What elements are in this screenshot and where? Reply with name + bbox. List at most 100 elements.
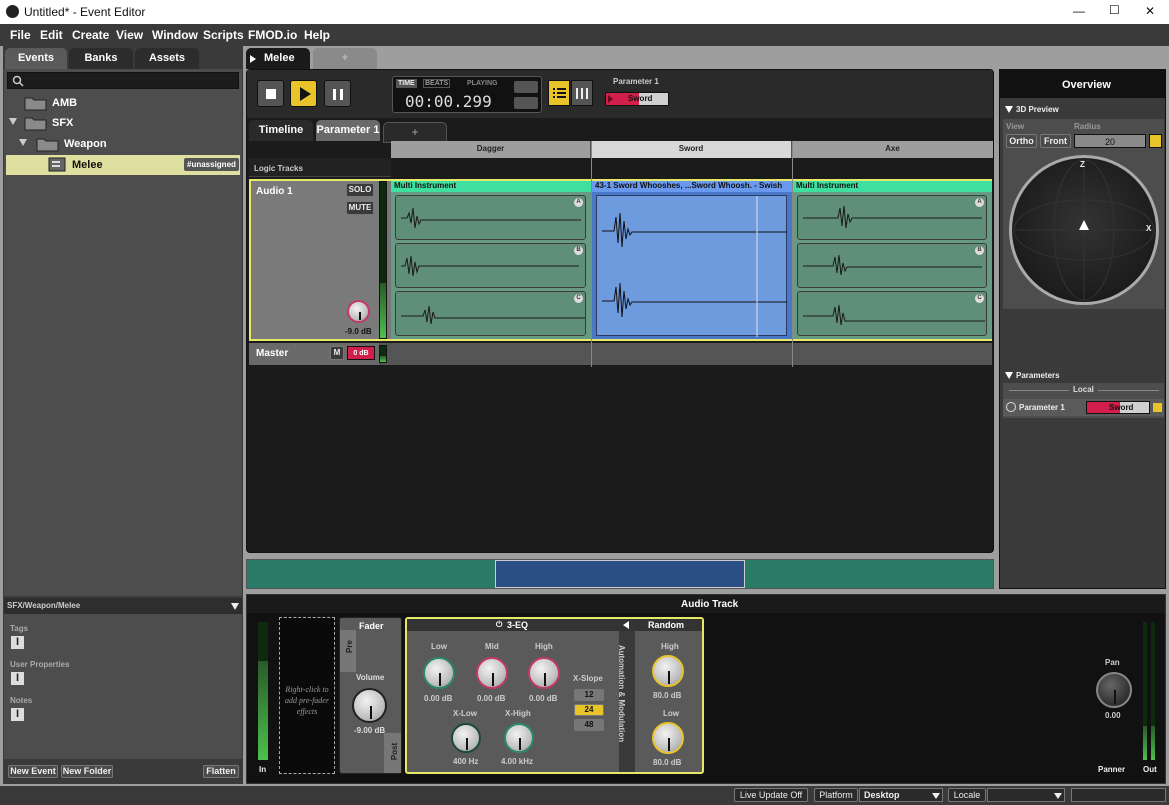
menu-edit[interactable]: Edit bbox=[40, 28, 63, 42]
collapse-arrow-icon[interactable] bbox=[231, 603, 239, 610]
collapse-left-icon[interactable] bbox=[623, 621, 629, 629]
tab-add-parameter[interactable]: + bbox=[383, 122, 447, 143]
playlist-entry-b[interactable]: B bbox=[395, 243, 586, 288]
eq-low-knob[interactable] bbox=[423, 657, 455, 689]
close-button[interactable]: ✕ bbox=[1145, 4, 1155, 18]
mixer-view-button[interactable] bbox=[571, 80, 593, 106]
tab-assets[interactable]: Assets bbox=[135, 48, 199, 69]
playlist-entry-c[interactable]: C bbox=[395, 291, 586, 336]
search-input[interactable] bbox=[7, 72, 239, 89]
tab-parameter-1[interactable]: Parameter 1 bbox=[316, 120, 380, 141]
pause-button[interactable] bbox=[324, 80, 351, 107]
eq-high-knob[interactable] bbox=[528, 657, 560, 689]
locale-select[interactable] bbox=[987, 788, 1065, 802]
tree-item-sfx[interactable]: SFX bbox=[4, 113, 242, 133]
master-mute-button[interactable]: M bbox=[330, 346, 344, 360]
beats-toggle[interactable]: BEATS bbox=[423, 79, 451, 88]
fader-volume-knob[interactable] bbox=[352, 688, 387, 723]
tab-events[interactable]: Events bbox=[5, 48, 67, 69]
overview-viewport[interactable] bbox=[495, 560, 745, 588]
menu-create[interactable]: Create bbox=[72, 28, 109, 42]
listener-icon[interactable] bbox=[1079, 220, 1089, 230]
master-track[interactable]: Master M 0 dB bbox=[249, 343, 992, 365]
expand-arrow-icon[interactable] bbox=[19, 139, 27, 146]
parameter-color-swatch[interactable] bbox=[1153, 403, 1162, 412]
volume-knob[interactable] bbox=[347, 300, 370, 323]
expand-arrow-icon[interactable] bbox=[9, 118, 17, 125]
parameters-section-header[interactable]: Parameters bbox=[1004, 369, 1164, 381]
random-low-knob[interactable] bbox=[652, 722, 684, 754]
radius-field[interactable]: 20 bbox=[1074, 134, 1146, 148]
menu-window[interactable]: Window bbox=[152, 28, 198, 42]
playlist-entry-a[interactable]: A bbox=[797, 195, 987, 240]
tab-banks[interactable]: Banks bbox=[69, 48, 133, 69]
post-tab[interactable]: Post bbox=[384, 733, 401, 773]
menu-help[interactable]: Help bbox=[304, 28, 330, 42]
maximize-button[interactable]: ☐ bbox=[1109, 3, 1120, 17]
eq-xhigh-knob[interactable] bbox=[504, 723, 534, 753]
menu-file[interactable]: File bbox=[10, 28, 31, 42]
playlist-entry-b[interactable]: B bbox=[797, 243, 987, 288]
random-high-knob[interactable] bbox=[652, 655, 684, 687]
eq-xlow-knob[interactable] bbox=[451, 723, 481, 753]
pre-tab[interactable]: Pre bbox=[340, 630, 356, 672]
list-view-button[interactable] bbox=[548, 80, 570, 106]
play-button[interactable] bbox=[290, 80, 317, 107]
time-toggle[interactable]: TIME bbox=[396, 79, 417, 88]
eq-module[interactable]: ⏻ 3-EQ Low Mid High 0.00 dB 0.00 dB 0.00… bbox=[407, 619, 619, 772]
text-cursor-icon[interactable]: I bbox=[11, 672, 24, 685]
text-cursor-icon[interactable]: I bbox=[11, 708, 24, 721]
tree-item-melee[interactable]: Melee #unassigned bbox=[6, 155, 240, 175]
flatten-button[interactable]: Flatten bbox=[203, 765, 239, 778]
ruler-axe[interactable]: Axe bbox=[792, 141, 993, 158]
minimize-button[interactable]: — bbox=[1073, 4, 1085, 18]
lock-icon[interactable] bbox=[1149, 134, 1162, 148]
multi-instrument-dagger[interactable]: Multi Instrument A B C bbox=[391, 181, 591, 339]
pre-fader-slot[interactable]: Right-click to add pre-fader effects bbox=[279, 617, 335, 774]
loop-icon[interactable] bbox=[514, 81, 538, 93]
stop-button[interactable] bbox=[257, 80, 284, 107]
eq-bypass-icon[interactable]: ⏻ bbox=[496, 620, 502, 630]
playlist-entry-a[interactable]: A bbox=[395, 195, 586, 240]
menu-fmodio[interactable]: FMOD.io bbox=[248, 28, 297, 42]
automation-drawer[interactable]: Automation & Modulation bbox=[617, 619, 635, 772]
live-update-button[interactable]: Live Update Off bbox=[734, 788, 808, 802]
effect-chain-selection[interactable]: ⏻ 3-EQ Low Mid High 0.00 dB 0.00 dB 0.00… bbox=[405, 617, 704, 774]
front-button[interactable]: Front bbox=[1040, 134, 1071, 148]
mute-button[interactable]: MUTE bbox=[346, 201, 374, 215]
ruler-dagger[interactable]: Dagger bbox=[391, 141, 591, 158]
menu-scripts[interactable]: Scripts bbox=[203, 28, 244, 42]
new-event-tab-button[interactable]: + bbox=[313, 48, 377, 69]
sword-whooshes-instrument[interactable]: 43-1 Sword Whooshes, ...Sword Whoosh. - … bbox=[592, 181, 792, 339]
tree-item-weapon[interactable]: Weapon bbox=[4, 134, 242, 154]
3d-preview-sphere[interactable]: Z X bbox=[1009, 155, 1159, 305]
playlist-entry-c[interactable]: C bbox=[797, 291, 987, 336]
parameter-row[interactable]: Parameter 1 Sword bbox=[1003, 399, 1164, 416]
menu-view[interactable]: View bbox=[116, 28, 143, 42]
preview-section-header[interactable]: 3D Preview bbox=[1004, 103, 1164, 115]
master-volume[interactable]: 0 dB bbox=[347, 346, 375, 360]
event-tab-melee[interactable]: Melee bbox=[246, 48, 310, 69]
multi-instrument-axe[interactable]: Multi Instrument A B C bbox=[793, 181, 992, 339]
text-cursor-icon[interactable]: I bbox=[11, 636, 24, 649]
parameter-value-control[interactable]: Sword bbox=[605, 92, 669, 106]
slope-12-button[interactable]: 12 bbox=[574, 689, 604, 701]
new-folder-button[interactable]: New Folder bbox=[61, 765, 113, 778]
pan-knob[interactable] bbox=[1096, 672, 1132, 708]
slope-24-button[interactable]: 24 bbox=[574, 704, 604, 716]
solo-button[interactable]: SOLO bbox=[346, 183, 374, 197]
audio-track[interactable]: Audio 1 SOLO MUTE -9.0 dB Multi Instrume… bbox=[249, 179, 992, 341]
follow-icon[interactable] bbox=[514, 97, 538, 109]
tab-timeline[interactable]: Timeline bbox=[249, 120, 313, 141]
track-name[interactable]: Audio 1 bbox=[256, 186, 293, 197]
tree-item-amb[interactable]: AMB bbox=[4, 93, 242, 113]
platform-select[interactable]: Desktop bbox=[859, 788, 943, 802]
ruler-sword[interactable]: Sword bbox=[591, 141, 792, 158]
parameter-slider[interactable]: Sword bbox=[1086, 401, 1150, 414]
slope-48-button[interactable]: 48 bbox=[574, 719, 604, 731]
overview-strip[interactable] bbox=[246, 559, 994, 589]
new-event-button[interactable]: New Event bbox=[8, 765, 58, 778]
random-module[interactable]: Random High 80.0 dB Low 80.0 dB bbox=[619, 619, 702, 772]
eq-mid-knob[interactable] bbox=[476, 657, 508, 689]
ortho-button[interactable]: Ortho bbox=[1006, 134, 1037, 148]
